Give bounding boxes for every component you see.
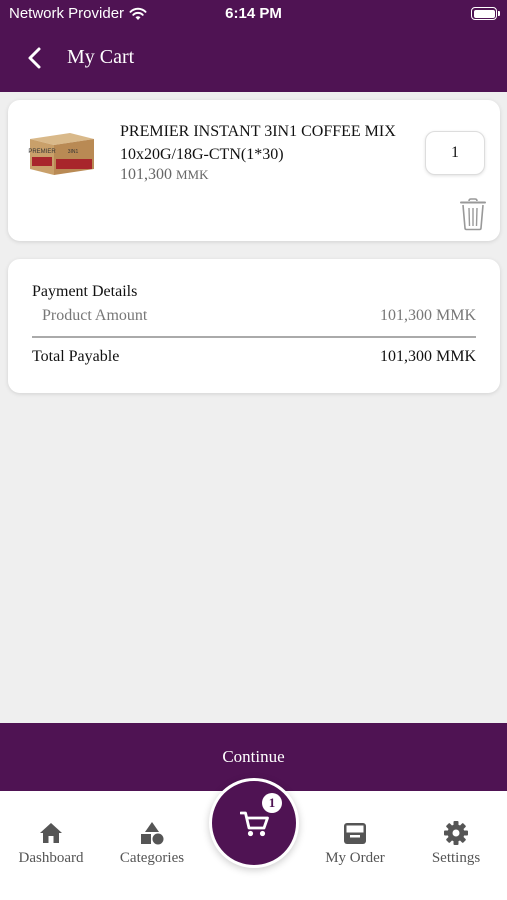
home-icon xyxy=(40,823,62,843)
payment-details-title: Payment Details xyxy=(32,283,138,300)
total-payable-row: Total Payable 101,300 MMK xyxy=(32,348,476,366)
back-icon[interactable] xyxy=(22,44,50,72)
trash-icon[interactable] xyxy=(458,197,488,231)
tab-my-order-label: My Order xyxy=(325,850,385,866)
tab-settings[interactable]: Settings xyxy=(423,821,489,867)
shapes-icon xyxy=(141,822,164,845)
product-name: PREMIER INSTANT 3IN1 COFFEE MIX 10x20G/1… xyxy=(120,123,396,163)
price-value: 101,300 xyxy=(120,166,172,183)
product-amount-value: 101,300 MMK xyxy=(379,307,476,324)
payment-details-card: Payment Details Product Amount 101,300 M… xyxy=(8,259,500,393)
order-box-icon xyxy=(344,823,366,844)
product-amount-label: Product Amount xyxy=(42,307,148,324)
tab-dashboard-label: Dashboard xyxy=(18,850,84,866)
product-amount-row: Product Amount 101,300 MMK xyxy=(32,307,476,325)
tab-my-order[interactable]: My Order xyxy=(319,821,391,867)
cart-item-card: PREMIER 3IN1 PREMIER INSTANT 3IN1 COFFEE… xyxy=(8,100,500,241)
tab-categories[interactable]: Categories xyxy=(114,821,190,867)
top-bar: Network Provider 6:14 PM My Cart xyxy=(0,0,507,92)
cart-icon xyxy=(240,811,269,837)
battery-icon xyxy=(471,7,500,20)
status-bar: Network Provider 6:14 PM xyxy=(0,0,507,28)
tab-dashboard[interactable]: Dashboard xyxy=(14,821,88,867)
divider xyxy=(32,336,476,338)
product-image[interactable]: PREMIER 3IN1 xyxy=(26,127,98,179)
tab-settings-label: Settings xyxy=(431,850,481,866)
svg-text:3IN1: 3IN1 xyxy=(68,149,79,155)
page-title: My Cart xyxy=(67,46,135,68)
cart-button[interactable]: 1 xyxy=(209,778,299,868)
status-time: 6:14 PM xyxy=(225,5,282,22)
cart-count-badge: 1 xyxy=(262,793,282,813)
quantity-field[interactable]: 1 xyxy=(425,131,485,175)
navigation-bar: My Cart xyxy=(0,38,507,78)
svg-text:PREMIER: PREMIER xyxy=(28,149,56,155)
total-payable-label: Total Payable xyxy=(32,348,120,365)
gear-icon xyxy=(444,821,468,845)
total-payable-value: 101,300 MMK xyxy=(379,348,476,365)
price-currency: MMK xyxy=(176,167,209,182)
product-price: 101,300 MMK xyxy=(120,166,209,184)
tab-categories-label: Categories xyxy=(119,850,185,866)
